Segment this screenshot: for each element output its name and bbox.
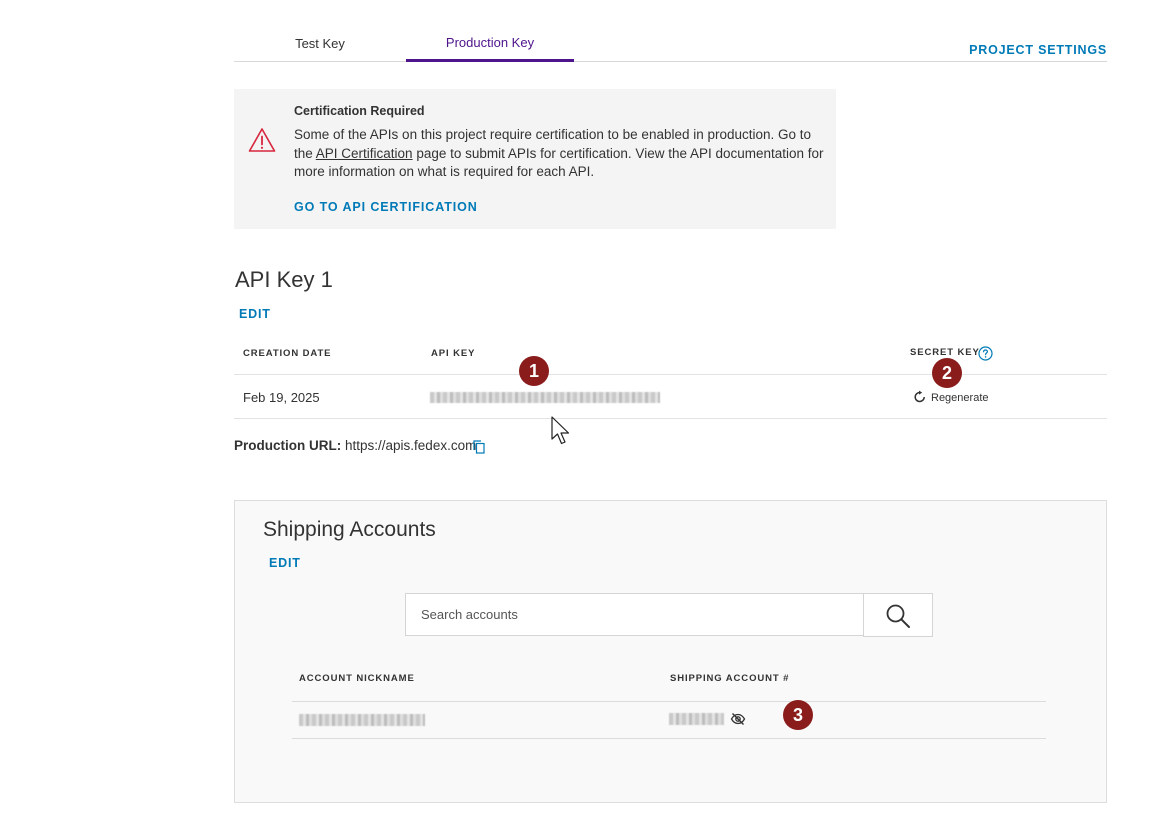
active-tab-indicator xyxy=(406,59,574,62)
accounts-table-divider xyxy=(292,701,1046,702)
secret-key-header: SECRET KEY xyxy=(910,347,980,358)
creation-date-value: Feb 19, 2025 xyxy=(243,390,320,405)
production-url-value: https://apis.fedex.com xyxy=(345,438,477,453)
copy-icon[interactable] xyxy=(473,440,485,454)
production-url: Production URL: https://apis.fedex.com xyxy=(234,438,476,453)
api-certification-link[interactable]: API Certification xyxy=(316,146,413,161)
annotation-badge-1: 1 xyxy=(519,356,549,386)
project-settings-link[interactable]: PROJECT SETTINGS xyxy=(969,43,1107,57)
mouse-cursor-icon xyxy=(551,416,570,445)
shipping-accounts-title: Shipping Accounts xyxy=(263,518,436,541)
annotation-badge-2: 2 xyxy=(932,358,962,388)
account-number-redacted xyxy=(669,713,724,725)
regenerate-icon[interactable] xyxy=(913,390,927,404)
accounts-table-row-divider xyxy=(292,738,1046,739)
go-to-api-certification-link[interactable]: GO TO API CERTIFICATION xyxy=(294,200,478,214)
api-key-edit-link[interactable]: EDIT xyxy=(239,307,271,321)
creation-date-header: CREATION DATE xyxy=(243,348,332,359)
search-accounts-input[interactable] xyxy=(405,593,863,636)
annotation-badge-3: 3 xyxy=(783,700,813,730)
account-nickname-redacted xyxy=(299,714,425,726)
shipping-accounts-panel xyxy=(234,500,1107,803)
account-nickname-header: ACCOUNT NICKNAME xyxy=(299,673,415,684)
api-key-title: API Key 1 xyxy=(235,267,333,292)
help-icon[interactable] xyxy=(978,346,993,361)
search-icon[interactable] xyxy=(885,603,911,629)
api-key-header: API KEY xyxy=(431,348,476,359)
shipping-account-number-header: SHIPPING ACCOUNT # xyxy=(670,673,790,684)
production-url-label: Production URL: xyxy=(234,438,342,453)
certification-message: Some of the APIs on this project require… xyxy=(294,126,824,182)
certification-title: Certification Required xyxy=(294,104,425,118)
table-divider xyxy=(234,374,1107,375)
tab-test-key[interactable]: Test Key xyxy=(234,36,406,64)
regenerate-button[interactable]: Regenerate xyxy=(931,392,989,404)
table-row-divider xyxy=(234,418,1107,419)
shipping-accounts-edit-link[interactable]: EDIT xyxy=(269,556,301,570)
eye-off-icon[interactable] xyxy=(730,712,746,726)
tabs-divider xyxy=(234,61,1107,62)
warning-icon xyxy=(248,128,276,152)
api-key-value-redacted xyxy=(430,392,660,403)
